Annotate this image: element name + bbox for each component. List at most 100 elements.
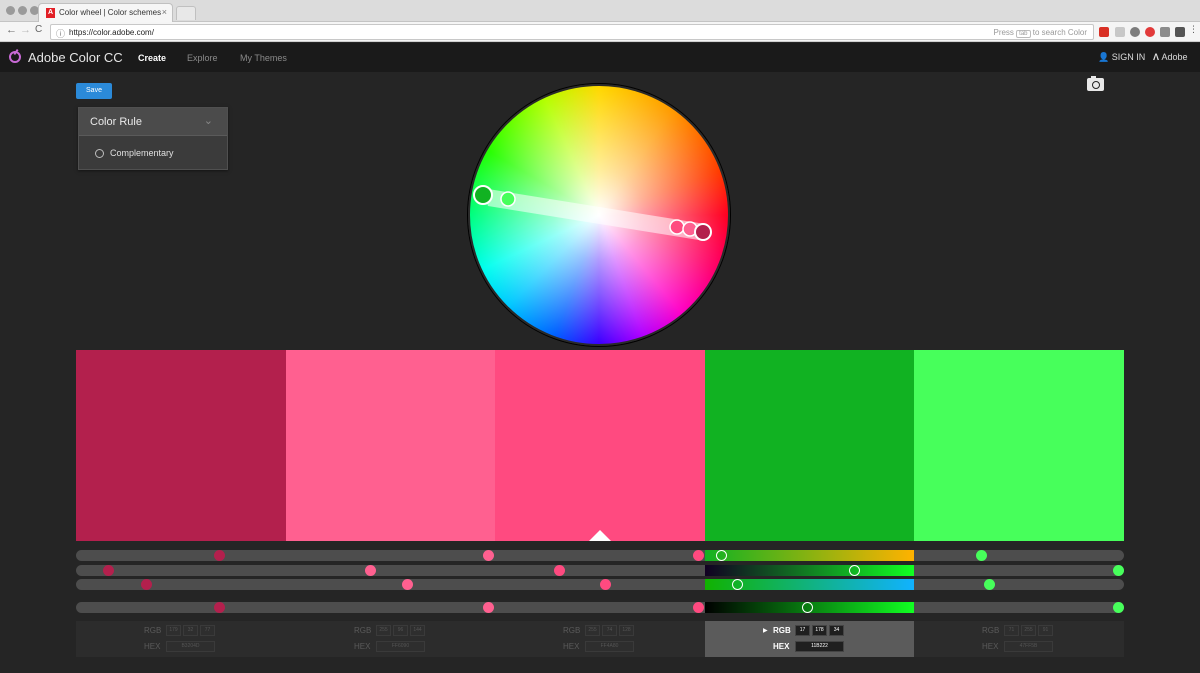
reload-icon[interactable]: C (35, 24, 42, 35)
rgb-input-b[interactable]: 77 (200, 625, 215, 636)
slider-thumb-brightness-1[interactable] (214, 602, 226, 613)
camera-icon[interactable] (1087, 76, 1104, 91)
slider-thumb-brightness-2[interactable] (483, 602, 495, 613)
color-swatch-2[interactable] (286, 350, 495, 541)
rgb-input-b[interactable]: 144 (410, 625, 425, 636)
rgb-input-r[interactable]: 255 (376, 625, 391, 636)
slider-track-g[interactable] (76, 565, 1124, 576)
rgb-input-b[interactable]: 91 (1038, 625, 1053, 636)
slider-thumb-g-2[interactable] (364, 565, 376, 576)
rgb-input-g[interactable]: 96 (393, 625, 408, 636)
color-swatch-5[interactable] (914, 350, 1124, 541)
search-hint-suffix: to search Color (1032, 28, 1087, 37)
new-tab-button[interactable] (176, 6, 196, 20)
rgb-input-g[interactable]: 178 (812, 625, 827, 636)
rgb-input-r[interactable]: 71 (1004, 625, 1019, 636)
hex-input[interactable]: 47FF5B (1004, 641, 1053, 652)
mode-toggle-icon[interactable]: ▶ (763, 627, 768, 634)
rgb-label: RGB (773, 626, 791, 635)
app-navigation: Adobe Color CC Create Explore My Themes … (0, 43, 1200, 72)
slider-track-brightness[interactable] (76, 602, 1124, 613)
slider-thumb-r-3[interactable] (693, 550, 704, 561)
rgb-input-r[interactable]: 179 (166, 625, 181, 636)
hex-input[interactable]: FF4A80 (585, 641, 634, 652)
minimize-window-button[interactable] (18, 6, 27, 15)
sign-in-label: SIGN IN (1111, 52, 1146, 62)
slider-thumb-brightness-5[interactable] (1113, 602, 1124, 613)
rgb-input-b[interactable]: 128 (619, 625, 634, 636)
slider-thumb-r-2[interactable] (483, 550, 495, 561)
extension-lastpass-icon[interactable] (1175, 27, 1185, 37)
wheel-handle-pink[interactable] (669, 219, 685, 235)
nav-explore[interactable]: Explore (187, 53, 218, 63)
rgb-input-g[interactable]: 74 (602, 625, 617, 636)
color-swatch-1[interactable] (76, 350, 286, 541)
search-hint: Press tab to search Color (993, 28, 1087, 38)
wheel-handle-crimson[interactable] (694, 223, 712, 241)
browser-toolbar: ← → C ⓘ https://color.adobe.com/ Press t… (0, 22, 1200, 42)
slider-thumb-brightness-3[interactable] (693, 602, 704, 613)
hex-input[interactable]: 11B222 (795, 641, 844, 652)
slider-thumb-g-1[interactable] (102, 565, 114, 576)
close-window-button[interactable] (6, 6, 15, 15)
back-icon[interactable]: ← (6, 24, 17, 36)
wheel-handles (473, 185, 712, 241)
rgb-input-b[interactable]: 34 (829, 625, 844, 636)
sign-in-link[interactable]: 👤 SIGN IN (1098, 52, 1145, 63)
adobe-logo-icon: Λ (1153, 52, 1160, 62)
address-url: https://color.adobe.com/ (69, 28, 154, 37)
slider-thumb-r-5[interactable] (975, 550, 987, 561)
slider-track-r[interactable] (76, 550, 1124, 561)
extension-calendar-icon[interactable] (1099, 27, 1109, 37)
browser-tab[interactable]: A Color wheel | Color schemes × (38, 3, 173, 22)
extension-grey-icon[interactable] (1115, 27, 1125, 37)
slider-thumb-b-3[interactable] (599, 579, 611, 590)
tab-title: Color wheel | Color schemes (59, 8, 162, 17)
selected-swatch-indicator (589, 530, 611, 541)
menu-icon[interactable]: ⋮ (1189, 24, 1198, 34)
hex-input[interactable]: FF6090 (376, 641, 425, 652)
nav-my-themes[interactable]: My Themes (240, 53, 287, 63)
color-swatch-4[interactable] (705, 350, 914, 541)
adobe-link[interactable]: Λ Adobe (1153, 52, 1188, 62)
info-icon[interactable]: ⓘ (56, 27, 65, 40)
rgb-input-r[interactable]: 255 (585, 625, 600, 636)
rgb-input-r[interactable]: 17 (795, 625, 810, 636)
extension-shield-icon[interactable] (1160, 27, 1170, 37)
wheel-handle-green-light[interactable] (500, 191, 516, 207)
extension-dark-icon[interactable] (1130, 27, 1140, 37)
radio-icon[interactable] (95, 149, 104, 159)
slider-thumb-r-4[interactable] (716, 550, 728, 561)
color-values-table: RGB 179 32 77 HEX B3204D RGB 255 96 144 HEX FF6090 R… (76, 621, 1124, 657)
slider-thumb-b-1[interactable] (140, 579, 152, 590)
color-rule-panel: Color Rule ⌄ Complementary (78, 107, 228, 170)
tab-close-icon[interactable]: × (162, 7, 167, 17)
slider-thumb-brightness-4[interactable] (802, 602, 813, 613)
rgb-label: RGB (563, 626, 581, 635)
hex-input[interactable]: B3204D (166, 641, 215, 652)
brand-name[interactable]: Adobe Color CC (28, 50, 123, 65)
rgb-input-g[interactable]: 32 (183, 625, 198, 636)
search-hint-key: tab (1016, 30, 1031, 38)
color-swatch-3[interactable] (495, 350, 705, 541)
wheel-handle-green-dark[interactable] (473, 185, 493, 205)
slider-thumb-r-1[interactable] (214, 550, 226, 561)
slider-thumb-b-5[interactable] (984, 579, 996, 590)
rule-option-complementary[interactable]: Complementary (79, 136, 227, 159)
save-button[interactable]: Save (76, 83, 112, 99)
hex-label: HEX (982, 642, 999, 651)
pinterest-icon[interactable] (1145, 27, 1155, 37)
address-bar[interactable]: ⓘ https://color.adobe.com/ Press tab to … (50, 24, 1094, 40)
nav-create[interactable]: Create (138, 53, 166, 63)
color-rule-dropdown[interactable]: Color Rule ⌄ (79, 108, 227, 136)
slider-thumb-b-2[interactable] (401, 579, 413, 590)
slider-thumb-b-4[interactable] (731, 579, 743, 590)
slider-thumb-g-3[interactable] (553, 565, 565, 576)
color-values-2: RGB 255 96 144 HEX FF6090 (286, 621, 495, 657)
slider-thumb-g-5[interactable] (1113, 565, 1124, 576)
forward-icon[interactable]: → (20, 24, 31, 36)
color-values-1: RGB 179 32 77 HEX B3204D (76, 621, 286, 657)
rgb-input-g[interactable]: 255 (1021, 625, 1036, 636)
slider-track-b[interactable] (76, 579, 1124, 590)
adobe-label: Adobe (1161, 52, 1188, 62)
